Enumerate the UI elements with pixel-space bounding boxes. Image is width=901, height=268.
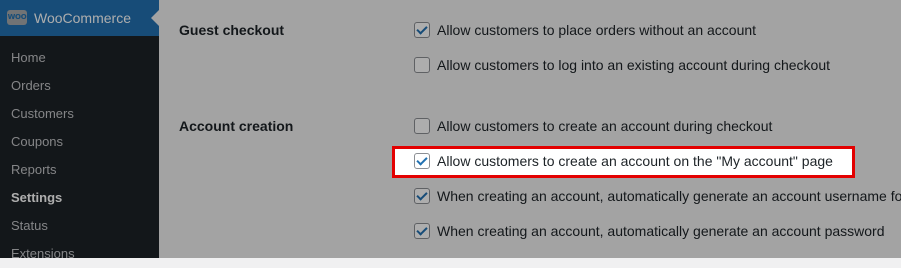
option-login-during-checkout[interactable]: Allow customers to log into an existing … xyxy=(414,55,830,75)
option-label: Allow customers to create an account on … xyxy=(437,153,833,169)
option-label: Allow customers to place orders without … xyxy=(437,22,757,38)
generate-password-checkbox[interactable] xyxy=(414,223,430,239)
sidebar-item-orders[interactable]: Orders xyxy=(0,72,159,100)
option-signup-at-checkout[interactable]: Allow customers to create an account dur… xyxy=(414,116,772,136)
woocommerce-menu-header[interactable]: WOO WooCommerce xyxy=(0,0,159,36)
woocommerce-logo-icon: WOO xyxy=(7,10,27,25)
brand-label: WooCommerce xyxy=(34,10,131,26)
option-generate-username[interactable]: When creating an account, automatically … xyxy=(414,186,901,206)
option-label: When creating an account, automatically … xyxy=(437,188,901,204)
sidebar-item-customers[interactable]: Customers xyxy=(0,100,159,128)
signup-at-checkout-checkbox[interactable] xyxy=(414,118,430,134)
login-during-checkout-checkbox[interactable] xyxy=(414,57,430,73)
sidebar-item-reports[interactable]: Reports xyxy=(0,156,159,184)
guest-checkout-label: Guest checkout xyxy=(179,22,285,38)
option-generate-password[interactable]: When creating an account, automatically … xyxy=(414,221,885,241)
account-creation-label: Account creation xyxy=(179,118,294,134)
signup-my-account-checkbox[interactable] xyxy=(414,153,430,169)
guest-checkout-checkbox[interactable] xyxy=(414,22,430,38)
current-menu-pointer xyxy=(151,10,159,26)
settings-main: Guest checkout Allow customers to place … xyxy=(159,0,901,258)
sidebar-item-coupons[interactable]: Coupons xyxy=(0,128,159,156)
sidebar-item-settings[interactable]: Settings xyxy=(0,184,159,212)
sidebar-item-extensions[interactable]: Extensions xyxy=(0,240,159,268)
option-signup-my-account[interactable]: Allow customers to create an account on … xyxy=(414,151,833,171)
sidebar-item-home[interactable]: Home xyxy=(0,44,159,72)
sidebar-item-status[interactable]: Status xyxy=(0,212,159,240)
option-guest-checkout[interactable]: Allow customers to place orders without … xyxy=(414,20,756,40)
option-label: When creating an account, automatically … xyxy=(437,223,885,239)
generate-username-checkbox[interactable] xyxy=(414,188,430,204)
option-label: Allow customers to create an account dur… xyxy=(437,118,773,134)
woocommerce-submenu: Home Orders Customers Coupons Reports Se… xyxy=(0,44,159,268)
option-label: Allow customers to log into an existing … xyxy=(437,57,830,73)
admin-sidebar: WOO WooCommerce Home Orders Customers Co… xyxy=(0,0,159,261)
